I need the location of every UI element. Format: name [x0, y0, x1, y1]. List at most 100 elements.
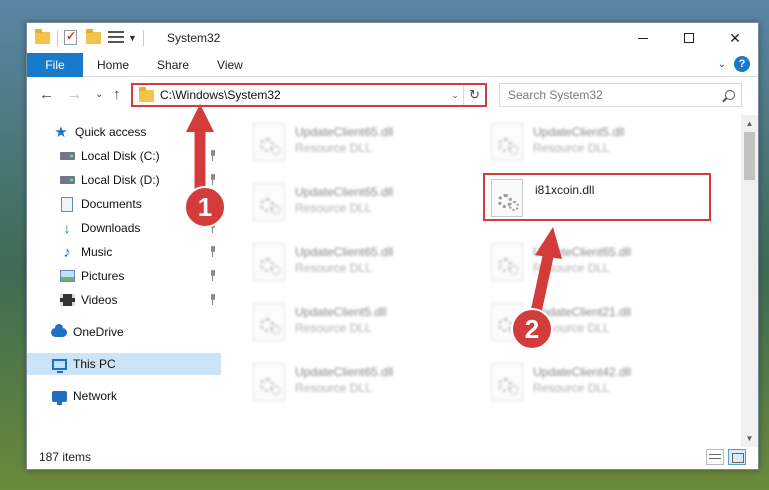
file-item[interactable]: UpdateClient65.dll Resource DLL	[245, 357, 473, 405]
address-path[interactable]: C:\Windows\System32	[160, 88, 447, 102]
sidebar-item-downloads[interactable]: ↓ Downloads	[27, 217, 221, 239]
large-icons-view-icon[interactable]	[728, 449, 746, 465]
file-type: Resource DLL	[295, 261, 372, 275]
sidebar-item-onedrive[interactable]: OneDrive	[27, 321, 221, 343]
sidebar-item-videos[interactable]: Videos	[27, 289, 221, 311]
tab-view[interactable]: View	[203, 53, 257, 77]
sidebar-item-label: OneDrive	[73, 325, 124, 339]
sidebar-item-network[interactable]: Network	[27, 385, 221, 407]
sidebar-item-pictures[interactable]: Pictures	[27, 265, 221, 287]
sidebar-item-music[interactable]: ♪ Music	[27, 241, 221, 263]
customize-toolbar-icon[interactable]: ▼	[128, 33, 137, 43]
address-dropdown-icon[interactable]: ⌄	[447, 90, 463, 101]
file-item[interactable]: UpdateClient65.dll Resource DLL	[245, 117, 473, 165]
sidebar-item-label: Videos	[81, 293, 118, 307]
this-pc-icon	[51, 356, 67, 373]
sidebar-item-label: Network	[73, 389, 118, 403]
tab-share[interactable]: Share	[143, 53, 203, 77]
file-name: UpdateClient65.dll	[295, 125, 394, 139]
star-icon: ★	[54, 124, 68, 141]
file-item[interactable]: UpdateClient21.dll Resource DLL	[483, 297, 711, 345]
dll-file-icon	[491, 123, 523, 161]
file-type: Resource DLL	[533, 321, 610, 335]
close-button[interactable]: ✕	[712, 23, 758, 53]
file-item[interactable]: UpdateClient5.dll Resource DLL	[483, 117, 711, 165]
search-input[interactable]	[500, 88, 719, 102]
dll-file-icon	[253, 123, 285, 161]
dll-file-icon	[253, 183, 285, 221]
maximize-button[interactable]	[666, 23, 712, 53]
window-controls: ✕	[620, 23, 758, 53]
sidebar-item-local-disk-c[interactable]: Local Disk (C:)	[27, 145, 221, 167]
pin-icon	[209, 198, 217, 210]
search-icon[interactable]	[719, 90, 741, 100]
file-item[interactable]: UpdateClient5.dll Resource DLL	[245, 297, 473, 345]
new-folder-icon[interactable]	[86, 29, 102, 46]
minimize-button[interactable]	[620, 23, 666, 53]
up-button[interactable]: ↑	[113, 86, 121, 103]
file-type: Resource DLL	[295, 381, 372, 395]
dll-file-icon	[491, 363, 523, 401]
pictures-icon	[59, 268, 75, 284]
close-icon: ✕	[729, 29, 741, 46]
expand-ribbon-icon[interactable]: ⌄	[718, 59, 726, 70]
dll-file-icon	[253, 303, 285, 341]
back-button[interactable]: ←	[39, 86, 54, 103]
tab-file[interactable]: File	[27, 53, 83, 77]
dll-file-icon	[253, 363, 285, 401]
view-switcher	[706, 449, 746, 465]
pin-icon	[209, 222, 217, 234]
item-count: 187 items	[39, 450, 92, 464]
properties-icon[interactable]	[64, 29, 80, 46]
drive-icon	[59, 148, 75, 164]
file-name: UpdateClient21.dll	[533, 305, 632, 319]
network-icon	[51, 388, 67, 405]
file-item[interactable]: UpdateClient65.dll Resource DLL	[245, 237, 473, 285]
maximize-icon	[684, 33, 694, 43]
file-item-highlighted[interactable]: i81xcoin.dll	[483, 173, 711, 221]
address-bar[interactable]: C:\Windows\System32 ⌄ ↻	[131, 83, 487, 107]
drive-icon	[59, 172, 75, 188]
file-name: i81xcoin.dll	[535, 183, 595, 197]
sidebar-item-label: Music	[81, 245, 113, 259]
sidebar-item-label: Pictures	[81, 269, 125, 283]
vertical-scrollbar[interactable]: ▲ ▼	[741, 115, 758, 447]
file-list: UpdateClient65.dll Resource DLL UpdateCl…	[237, 115, 737, 443]
file-explorer-window: ▼ System32 ✕ File Home Share View ⌄ ? ← …	[26, 22, 759, 470]
refresh-button[interactable]: ↻	[463, 85, 485, 105]
documents-icon	[59, 196, 75, 212]
ribbon: File Home Share View ⌄ ?	[27, 53, 758, 77]
view-options-icon[interactable]	[108, 30, 124, 46]
help-icon[interactable]: ?	[734, 56, 750, 72]
sidebar-item-label: Downloads	[81, 221, 141, 235]
folder-icon	[139, 87, 154, 102]
file-type: Resource DLL	[533, 381, 610, 395]
forward-button[interactable]: →	[67, 86, 82, 103]
downloads-icon: ↓	[63, 220, 71, 236]
folder-icon[interactable]	[35, 29, 51, 46]
dll-file-icon	[491, 243, 523, 281]
videos-icon	[59, 292, 75, 308]
sidebar-item-this-pc[interactable]: This PC	[27, 353, 221, 375]
dll-file-icon	[491, 303, 523, 341]
details-view-icon[interactable]	[706, 449, 724, 465]
file-name: UpdateClient65.dll	[533, 245, 632, 259]
file-name: UpdateClient65.dll	[295, 185, 394, 199]
minimize-icon	[638, 37, 648, 39]
sidebar-item-quick-access[interactable]: ★ Quick access	[27, 121, 221, 143]
scroll-up-icon[interactable]: ▲	[741, 115, 758, 132]
window-title: System32	[167, 31, 221, 45]
sidebar-item-documents[interactable]: Documents	[27, 193, 221, 215]
search-box[interactable]	[499, 83, 742, 107]
file-item[interactable]: UpdateClient65.dll Resource DLL	[483, 237, 711, 285]
file-name: UpdateClient42.dll	[533, 365, 632, 379]
recent-locations-button[interactable]: ⌄	[95, 89, 103, 100]
music-icon: ♪	[63, 243, 71, 261]
file-item[interactable]: UpdateClient65.dll Resource DLL	[245, 177, 473, 225]
sidebar-item-local-disk-d[interactable]: Local Disk (D:)	[27, 169, 221, 191]
title-bar: ▼ System32 ✕	[27, 23, 758, 53]
file-item[interactable]: UpdateClient42.dll Resource DLL	[483, 357, 711, 405]
tab-home[interactable]: Home	[83, 53, 143, 77]
scroll-thumb[interactable]	[744, 132, 755, 180]
pin-icon	[209, 294, 217, 306]
